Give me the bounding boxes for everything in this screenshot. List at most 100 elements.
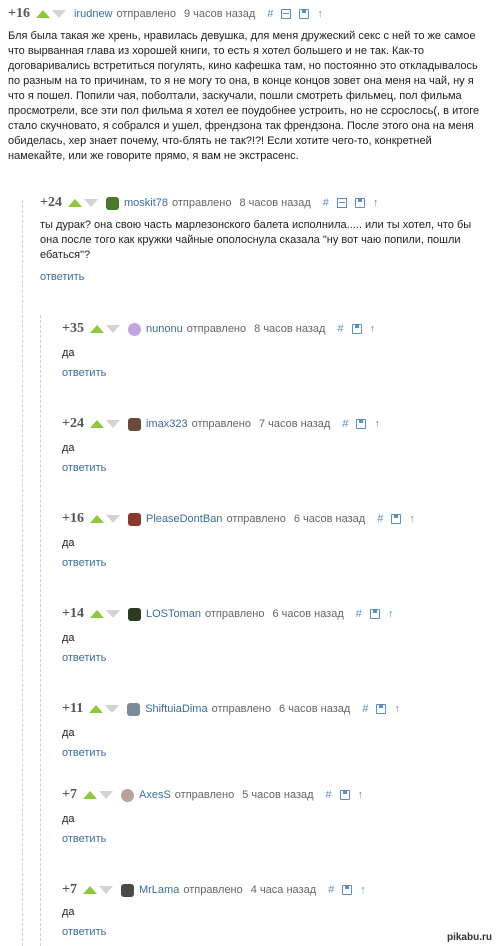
sent-label: отправлено	[172, 197, 232, 209]
username-link[interactable]: irudnew	[74, 8, 113, 20]
reply-link[interactable]: ответить	[62, 462, 106, 474]
sent-label: отправлено	[183, 884, 243, 896]
sent-label: отправлено	[116, 8, 176, 20]
comment-text: ты дурак? она свою часть марлезонского б…	[40, 219, 472, 261]
parent-arrow-icon[interactable]: ↑	[374, 418, 380, 430]
avatar[interactable]	[127, 702, 141, 716]
username-link[interactable]: LOSToman	[146, 608, 201, 620]
comment-text: да	[62, 727, 75, 739]
save-icon[interactable]	[299, 9, 310, 19]
avatar[interactable]	[127, 417, 141, 431]
save-icon[interactable]	[342, 885, 353, 895]
avatar[interactable]	[127, 607, 141, 621]
comment-text: да	[62, 442, 75, 454]
permalink-hash-icon[interactable]: #	[356, 608, 362, 620]
save-icon[interactable]	[354, 198, 365, 208]
comment-score: +7	[62, 787, 77, 802]
downvote-icon[interactable]	[105, 610, 120, 618]
username-link[interactable]: imax323	[146, 418, 188, 430]
comment-text: да	[62, 906, 75, 918]
parent-arrow-icon[interactable]: ↑	[409, 513, 415, 525]
parent-arrow-icon[interactable]: ↑	[360, 884, 366, 896]
comment-score: +7	[62, 882, 77, 897]
downvote-icon[interactable]	[51, 10, 66, 18]
sent-label: отправлено	[211, 703, 272, 715]
upvote-icon[interactable]	[89, 705, 104, 713]
upvote-icon[interactable]	[89, 420, 104, 428]
comment-header: +14 LOSToman отправлено 6 часов назад # …	[62, 606, 393, 622]
comment-header: +24 imax323 отправлено 7 часов назад # ↑	[62, 416, 380, 432]
permalink-hash-icon[interactable]: #	[328, 884, 334, 896]
comment-header: +7 AxesS отправлено 5 часов назад # ↑	[62, 787, 363, 803]
username-link[interactable]: moskit78	[124, 197, 168, 209]
username-link[interactable]: ShiftuiaDima	[145, 703, 207, 715]
permalink-hash-icon[interactable]: #	[342, 418, 348, 430]
comment-time: 8 часов назад	[239, 197, 311, 209]
avatar[interactable]	[105, 196, 119, 210]
avatar[interactable]	[127, 512, 141, 526]
username-link[interactable]: nunonu	[146, 323, 183, 335]
downvote-icon[interactable]	[98, 886, 113, 894]
reply-link[interactable]: ответить	[62, 747, 106, 759]
comment-time: 7 часов назад	[259, 418, 331, 430]
permalink-hash-icon[interactable]: #	[362, 703, 368, 715]
comment-text: да	[62, 537, 75, 549]
downvote-icon[interactable]	[105, 515, 120, 523]
permalink-hash-icon[interactable]: #	[326, 789, 332, 801]
save-icon[interactable]	[376, 704, 387, 714]
comment-time: 5 часов назад	[242, 789, 314, 801]
upvote-icon[interactable]	[89, 610, 104, 618]
save-icon[interactable]	[391, 514, 402, 524]
downvote-icon[interactable]	[105, 705, 120, 713]
parent-arrow-icon[interactable]: ↑	[388, 608, 394, 620]
save-icon[interactable]	[369, 609, 380, 619]
reply-link[interactable]: ответить	[62, 833, 106, 845]
username-link[interactable]: AxesS	[139, 789, 171, 801]
save-icon[interactable]	[339, 790, 350, 800]
username-link[interactable]: PleaseDontBan	[146, 513, 222, 525]
reply-link[interactable]: ответить	[40, 271, 84, 283]
permalink-hash-icon[interactable]: #	[267, 8, 273, 20]
downvote-icon[interactable]	[105, 420, 120, 428]
comment-text: да	[62, 632, 75, 644]
avatar[interactable]	[120, 883, 134, 897]
upvote-icon[interactable]	[82, 886, 97, 894]
reply-link[interactable]: ответить	[62, 926, 106, 938]
username-link[interactable]: MrLama	[139, 884, 179, 896]
comment-header: +7 MrLama отправлено 4 часа назад # ↑	[62, 882, 366, 898]
sent-label: отправлено	[226, 513, 286, 525]
comment-score: +24	[40, 195, 62, 210]
downvote-icon[interactable]	[83, 199, 98, 207]
comment-text: да	[62, 813, 75, 825]
parent-arrow-icon[interactable]: ↑	[358, 789, 364, 801]
avatar[interactable]	[120, 788, 134, 802]
permalink-hash-icon[interactable]: #	[337, 323, 343, 335]
save-icon[interactable]	[351, 324, 362, 334]
comment-time: 6 часов назад	[293, 513, 366, 525]
reply-link[interactable]: ответить	[62, 367, 106, 379]
permalink-hash-icon[interactable]: #	[323, 197, 329, 209]
upvote-icon[interactable]	[82, 791, 97, 799]
parent-arrow-icon[interactable]: ↑	[370, 323, 376, 335]
upvote-icon[interactable]	[67, 199, 82, 207]
reply-link[interactable]: ответить	[62, 652, 106, 664]
parent-arrow-icon[interactable]: ↑	[317, 8, 323, 20]
site-watermark: pikabu.ru	[447, 932, 492, 943]
downvote-icon[interactable]	[105, 325, 120, 333]
comment-time: 6 часов назад	[272, 608, 344, 620]
parent-arrow-icon[interactable]: ↑	[394, 703, 400, 715]
upvote-icon[interactable]	[89, 515, 104, 523]
permalink-hash-icon[interactable]: #	[377, 513, 383, 525]
upvote-icon[interactable]	[35, 10, 50, 18]
avatar[interactable]	[127, 322, 141, 336]
comment-score: +35	[62, 321, 84, 336]
comment-header: +24 moskit78 отправлено 8 часов назад # …	[40, 195, 378, 211]
downvote-icon[interactable]	[98, 791, 113, 799]
save-icon[interactable]	[356, 419, 367, 429]
upvote-icon[interactable]	[89, 325, 104, 333]
collapse-icon[interactable]	[336, 198, 347, 208]
parent-arrow-icon[interactable]: ↑	[373, 197, 379, 209]
collapse-icon[interactable]	[281, 9, 292, 19]
comment-text: да	[62, 347, 75, 359]
reply-link[interactable]: ответить	[62, 557, 106, 569]
